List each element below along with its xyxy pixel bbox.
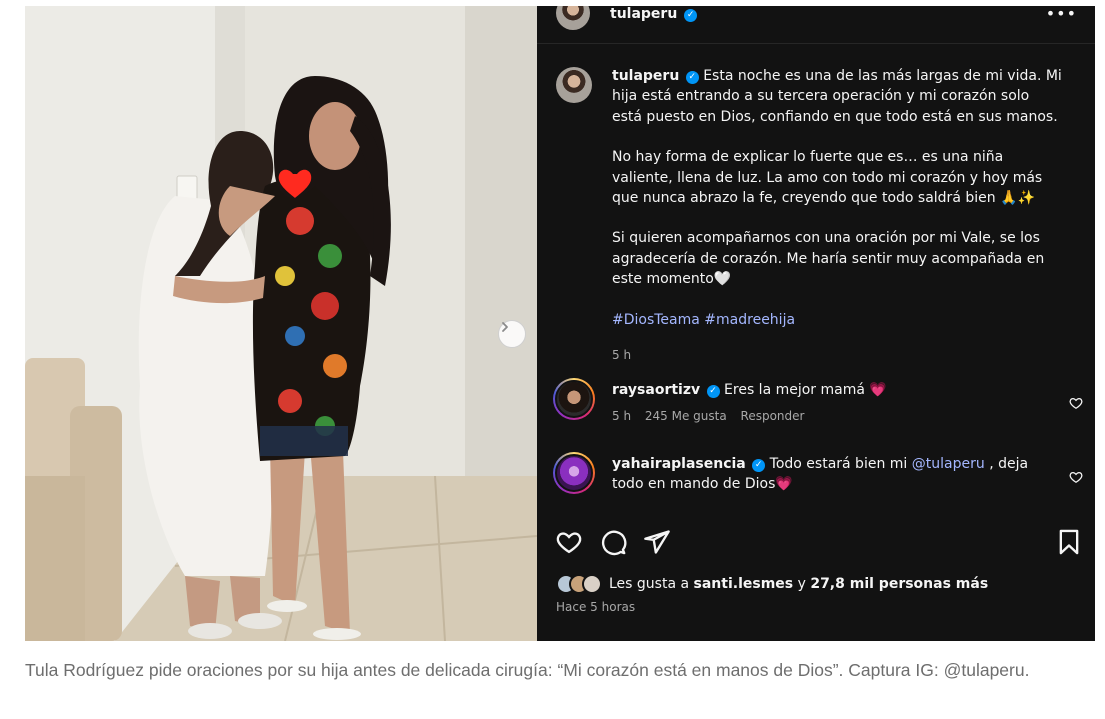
share-icon[interactable]: [643, 528, 671, 556]
caption-username[interactable]: tulaperu: [612, 68, 679, 84]
author-username[interactable]: tulaperu ✓: [610, 6, 698, 22]
figure-caption: Tula Rodríguez pide oraciones por su hij…: [25, 660, 1030, 680]
comment-time: 5 h: [612, 409, 632, 424]
hashtag-madreehija[interactable]: #madreehija: [704, 312, 795, 328]
post-header: tulaperu ✓ •••: [537, 6, 1095, 44]
likes-summary: Les gusta a santi.lesmes y 27,8 mil pers…: [556, 572, 988, 596]
caption-avatar[interactable]: [556, 67, 592, 103]
chevron-right-icon: [502, 322, 508, 332]
like-heart-icon[interactable]: [555, 528, 583, 556]
likes-middle: y: [797, 576, 806, 592]
post-panel: tulaperu ✓ ••• tulaperu ✓ Esta noche es …: [537, 6, 1095, 641]
comment-heart-icon[interactable]: [1069, 396, 1083, 410]
caption-paragraph-2: No hay forma de explicar lo fuerte que e…: [612, 149, 1043, 207]
verified-icon: ✓: [685, 71, 699, 84]
next-image-button[interactable]: [498, 320, 526, 348]
comment-likes[interactable]: 245 Me gusta: [645, 409, 727, 423]
post-time-ago: Hace 5 horas: [556, 600, 636, 614]
comment-body: yahairaplasencia ✓ Todo estará bien mi @…: [612, 454, 1052, 495]
bookmark-icon[interactable]: [1055, 528, 1083, 556]
reply-button[interactable]: Responder: [741, 409, 805, 423]
verified-icon: ✓: [684, 9, 698, 22]
action-bar: [537, 517, 1095, 565]
comment-heart-icon[interactable]: [1069, 470, 1083, 484]
comment-text-before: Todo estará bien mi: [769, 456, 908, 472]
commenter-avatar[interactable]: [553, 452, 595, 494]
comment-icon[interactable]: [599, 528, 627, 556]
commenter-username[interactable]: yahairaplasencia: [612, 456, 746, 472]
post-caption: tulaperu ✓ Esta noche es una de las más …: [612, 66, 1062, 365]
likes-count[interactable]: 27,8 mil personas más: [810, 576, 988, 592]
author-avatar[interactable]: [556, 6, 590, 30]
likes-prefix: Les gusta a: [609, 576, 690, 592]
more-options-button[interactable]: •••: [1046, 6, 1077, 23]
hashtags: #DiosTeama #madreehija: [612, 310, 1062, 330]
comment-meta: 5 h 245 Me gusta Responder: [612, 406, 1052, 426]
commenter-avatar[interactable]: [553, 378, 595, 420]
liker-avatar: [582, 574, 602, 594]
mention-link[interactable]: @tulaperu: [912, 456, 985, 472]
author-username-text[interactable]: tulaperu: [610, 6, 677, 22]
likes-text[interactable]: Les gusta a santi.lesmes y 27,8 mil pers…: [609, 576, 988, 592]
caption-paragraph-3: Si quieren acompañarnos con una oración …: [612, 230, 1045, 288]
instagram-embed: tulaperu ✓ ••• tulaperu ✓ Esta noche es …: [25, 6, 1095, 641]
caption-time: 5 h: [612, 348, 632, 363]
commenter-username[interactable]: raysaortizv: [612, 382, 700, 398]
caption-paragraph-1: Esta noche es una de las más largas de m…: [612, 68, 1062, 125]
comment-text: Eres la mejor mamá 💗: [724, 382, 887, 398]
comment-body: raysaortizv ✓ Eres la mejor mamá 💗 5 h 2…: [612, 380, 1052, 427]
likes-user[interactable]: santi.lesmes: [694, 576, 794, 592]
post-photo: [25, 6, 537, 641]
verified-icon: ✓: [752, 459, 766, 472]
hashtag-diosteama[interactable]: #DiosTeama: [612, 312, 700, 328]
verified-icon: ✓: [706, 385, 720, 398]
photo-illustration: [25, 6, 537, 641]
comments-scroll-edge: [537, 503, 1095, 517]
